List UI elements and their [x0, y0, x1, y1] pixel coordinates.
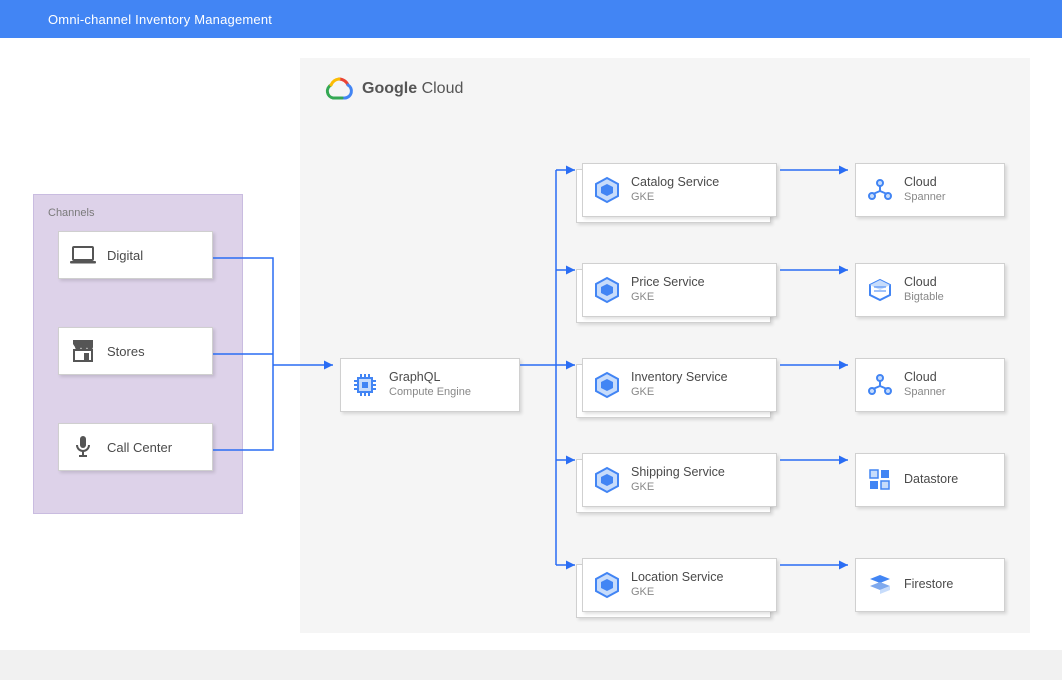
page-footer: [0, 650, 1062, 680]
cloud-header: Google Cloud: [300, 58, 1030, 102]
node-firestore: Firestore: [855, 558, 1005, 612]
google-cloud-logo-icon: [324, 76, 354, 102]
node-datastore: Datastore: [855, 453, 1005, 507]
channel-label: Stores: [107, 344, 145, 359]
microphone-icon: [59, 435, 107, 459]
channel-call-center: Call Center: [58, 423, 213, 471]
node-location-service: Location ServiceGKE: [582, 558, 777, 612]
node-text: Price ServiceGKE: [631, 275, 705, 304]
firestore-icon: [856, 573, 904, 597]
cloud-spanner-icon: [856, 372, 904, 398]
node-text: Firestore: [904, 577, 953, 593]
channel-label: Call Center: [107, 440, 172, 455]
node-graphql: GraphQL Compute Engine: [340, 358, 520, 412]
node-bigtable: CloudBigtable: [855, 263, 1005, 317]
channel-stores: Stores: [58, 327, 213, 375]
gke-icon: [583, 371, 631, 399]
page-title: Omni-channel Inventory Management: [48, 12, 272, 27]
datastore-icon: [856, 468, 904, 492]
node-price-service: Price ServiceGKE: [582, 263, 777, 317]
channel-label: Digital: [107, 248, 143, 263]
node-text: CloudSpanner: [904, 370, 946, 399]
channels-panel: Channels Digital Stores Call Center: [33, 194, 243, 514]
cloud-spanner-icon: [856, 177, 904, 203]
gke-icon: [583, 276, 631, 304]
node-text: Datastore: [904, 472, 958, 488]
gke-icon: [583, 571, 631, 599]
channels-label: Channels: [48, 207, 228, 219]
laptop-icon: [59, 245, 107, 265]
node-spanner-2: CloudSpanner: [855, 358, 1005, 412]
cloud-bigtable-icon: [856, 277, 904, 303]
diagram-stage: Channels Digital Stores Call Center: [0, 38, 1062, 650]
node-spanner-1: CloudSpanner: [855, 163, 1005, 217]
node-text: Inventory ServiceGKE: [631, 370, 728, 399]
cloud-brand-text: Google Cloud: [362, 80, 463, 98]
node-catalog-service: Catalog ServiceGKE: [582, 163, 777, 217]
storefront-icon: [59, 340, 107, 362]
node-text: GraphQL Compute Engine: [389, 370, 471, 399]
channel-digital: Digital: [58, 231, 213, 279]
node-text: CloudSpanner: [904, 175, 946, 204]
node-shipping-service: Shipping ServiceGKE: [582, 453, 777, 507]
page-header: Omni-channel Inventory Management: [0, 0, 1062, 38]
node-text: Location ServiceGKE: [631, 570, 723, 599]
compute-engine-icon: [341, 370, 389, 400]
gke-icon: [583, 466, 631, 494]
node-inventory-service: Inventory ServiceGKE: [582, 358, 777, 412]
node-text: CloudBigtable: [904, 275, 944, 304]
node-text: Catalog ServiceGKE: [631, 175, 719, 204]
google-cloud-panel: Google Cloud GraphQL Compute Engine Cata…: [300, 58, 1030, 633]
node-text: Shipping ServiceGKE: [631, 465, 725, 494]
gke-icon: [583, 176, 631, 204]
